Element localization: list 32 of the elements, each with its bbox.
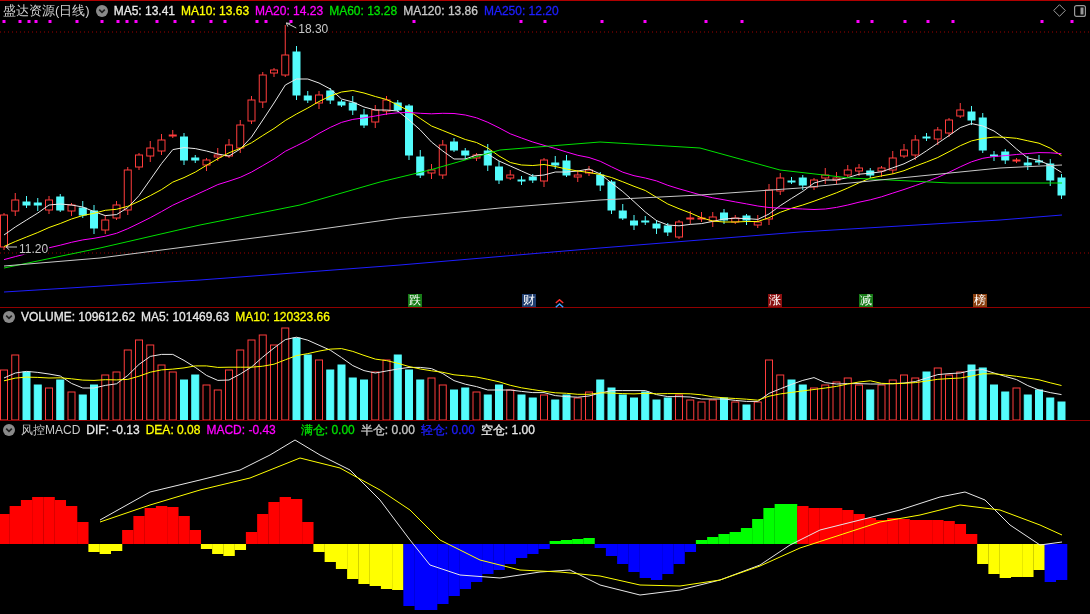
chevron-down-icon[interactable] [3, 423, 15, 436]
chevron-down-icon[interactable] [95, 4, 108, 17]
leader-arrow [285, 22, 297, 29]
indicator-value: MA60: 13.28 [329, 3, 398, 18]
indicator-value: MA250: 12.20 [483, 3, 559, 18]
indicator-value: DEA: 0.08 [145, 422, 201, 437]
chevron-down-icon[interactable] [3, 311, 15, 323]
indicator-value: VOLUME: 109612.62 [21, 310, 136, 324]
event-tag: 财 [522, 294, 536, 307]
double-chevron-up-icon [555, 299, 564, 308]
stock-title: 盛达资源(日线) [3, 3, 90, 18]
indicator-value: MA5: 101469.63 [141, 310, 230, 324]
indicator-value: 半仓: 0.00 [360, 422, 415, 437]
event-tag: 涨 [768, 294, 782, 307]
diamond-icon[interactable] [1053, 4, 1066, 17]
indicator-value: 满仓: 0.00 [300, 422, 355, 437]
indicator-value: 空仓: 1.00 [480, 422, 535, 437]
high-price-label: 18.30 [298, 22, 329, 36]
indicator-value: MACD: -0.43 [206, 422, 276, 437]
indicator-name: 风控MACD [21, 422, 81, 437]
indicator-value: MA120: 13.86 [403, 3, 478, 18]
indicator-value: MA20: 14.23 [255, 3, 324, 18]
leader-arrow [5, 243, 18, 251]
indicator-value: 轻仓: 0.00 [420, 422, 475, 437]
event-tag: 榜 [973, 294, 987, 307]
indicator-value: MA10: 120323.66 [235, 310, 330, 324]
indicator-value: DIF: -0.13 [86, 422, 140, 437]
panel-icon[interactable] [1074, 4, 1086, 17]
event-tag: 跌 [408, 294, 422, 307]
indicator-value: MA5: 13.41 [113, 3, 176, 18]
event-tag: 减 [859, 294, 873, 307]
indicator-value: MA10: 13.63 [181, 3, 250, 18]
